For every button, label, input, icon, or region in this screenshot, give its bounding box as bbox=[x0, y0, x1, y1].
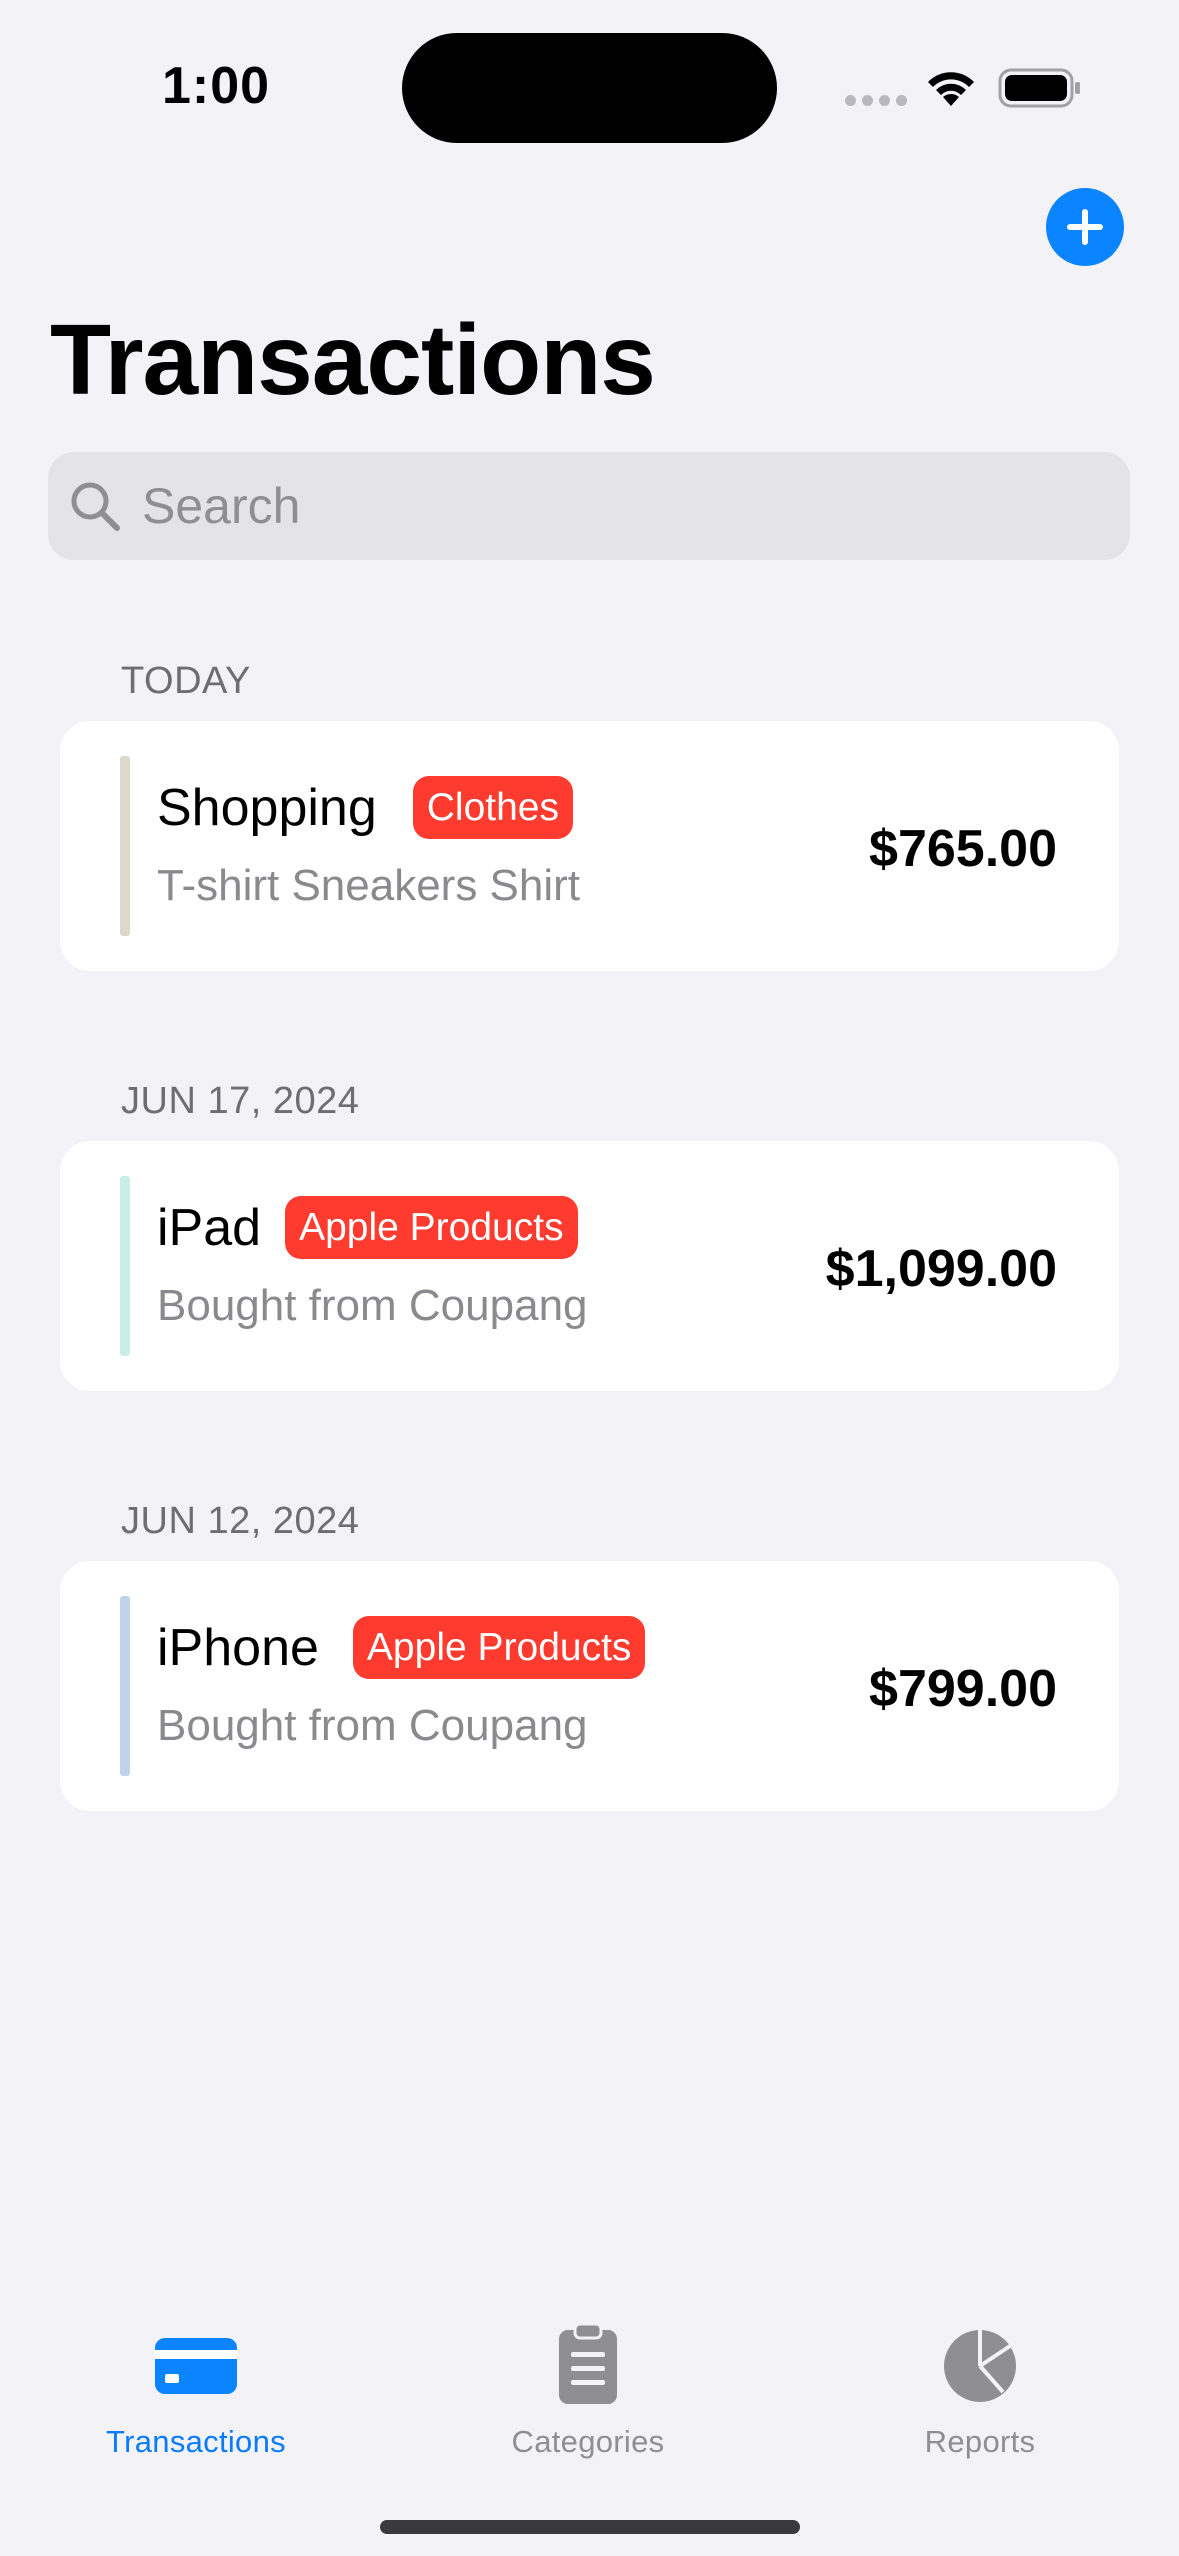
search-icon bbox=[71, 482, 120, 531]
transaction-card[interactable]: iPhone Apple Products Bought from Coupan… bbox=[60, 1561, 1119, 1811]
section-header-today: TODAY bbox=[121, 660, 251, 702]
transaction-title: Shopping bbox=[157, 778, 377, 837]
page-title: Transactions bbox=[50, 304, 656, 416]
category-color-bar bbox=[120, 1596, 130, 1776]
transaction-note: T-shirt Sneakers Shirt bbox=[157, 861, 581, 910]
transaction-title: iPhone bbox=[157, 1618, 319, 1677]
add-transaction-button[interactable] bbox=[1046, 188, 1124, 266]
clipboard-icon bbox=[559, 2324, 617, 2404]
transaction-card[interactable]: iPad Apple Products Bought from Coupang … bbox=[60, 1141, 1119, 1391]
transaction-title: iPad bbox=[157, 1198, 262, 1257]
battery-icon bbox=[998, 68, 1080, 108]
tab-label: Categories bbox=[511, 2424, 665, 2459]
category-badge: Apple Products bbox=[285, 1196, 578, 1259]
category-color-bar bbox=[120, 756, 130, 936]
search-input[interactable] bbox=[140, 476, 1044, 536]
tab-bar: Transactions Categories Reports bbox=[0, 2300, 1179, 2460]
transaction-amount: $765.00 bbox=[869, 820, 1057, 878]
category-badge: Apple Products bbox=[352, 1616, 646, 1679]
transaction-note: Bought from Coupang bbox=[157, 1701, 588, 1750]
category-badge: Clothes bbox=[412, 776, 573, 839]
transaction-amount: $799.00 bbox=[869, 1660, 1057, 1718]
home-indicator[interactable] bbox=[380, 2520, 800, 2534]
transaction-amount: $1,099.00 bbox=[825, 1240, 1057, 1298]
status-time: 1:00 bbox=[162, 57, 271, 115]
pie-chart-icon bbox=[944, 2330, 1016, 2402]
section-header-date: JUN 17, 2024 bbox=[121, 1080, 360, 1122]
tab-transactions[interactable]: Transactions bbox=[46, 2300, 346, 2460]
wifi-icon bbox=[928, 72, 974, 106]
tab-label: Reports bbox=[924, 2424, 1036, 2459]
cellular-signal-icon bbox=[845, 95, 907, 106]
section-header-date: JUN 12, 2024 bbox=[121, 1500, 360, 1542]
tab-label: Transactions bbox=[106, 2424, 286, 2459]
credit-card-icon bbox=[155, 2338, 237, 2394]
app-screen: 1:00 Transactions TODAY Shopping C bbox=[0, 0, 1179, 2556]
search-bar[interactable] bbox=[48, 452, 1130, 560]
tab-reports[interactable]: Reports bbox=[830, 2300, 1130, 2460]
plus-icon bbox=[1067, 209, 1103, 245]
tab-categories[interactable]: Categories bbox=[438, 2300, 738, 2460]
transaction-note: Bought from Coupang bbox=[157, 1281, 588, 1330]
category-color-bar bbox=[120, 1176, 130, 1356]
dynamic-island bbox=[402, 33, 777, 143]
transaction-card[interactable]: Shopping Clothes T-shirt Sneakers Shirt … bbox=[60, 721, 1119, 971]
